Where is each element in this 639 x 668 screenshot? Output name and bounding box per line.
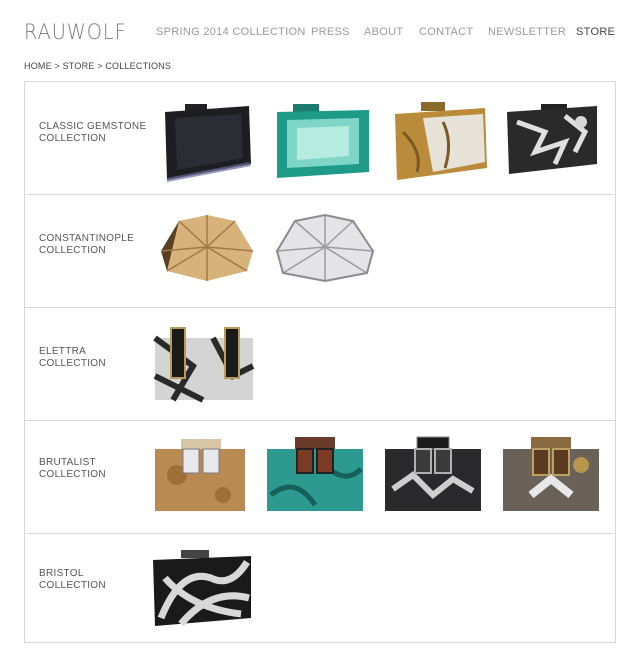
collection-name: ELETTRA xyxy=(39,346,87,357)
collection-label: COLLECTION xyxy=(39,469,106,480)
collection-name: BRISTOL xyxy=(39,568,84,579)
nav-store[interactable]: STORE xyxy=(576,26,615,38)
brutalist-black-clutch-image[interactable] xyxy=(383,435,483,515)
nav-press[interactable]: PRESS xyxy=(311,26,350,38)
gold-constantinople-clutch-image[interactable] xyxy=(157,211,257,285)
elettra-marble-clutch-image[interactable] xyxy=(153,326,255,406)
brutalist-gold-clutch-image[interactable] xyxy=(501,435,601,515)
brutalist-turquoise-clutch-image[interactable] xyxy=(265,435,365,515)
black-faceted-clutch-image[interactable] xyxy=(161,102,253,182)
breadcrumb[interactable]: HOME > STORE > COLLECTIONS xyxy=(24,61,171,71)
collection-label: COLLECTION xyxy=(39,133,106,144)
collection-name: BRUTALIST xyxy=(39,457,96,468)
site-header: RAUWOLF SPRING 2014 COLLECTION PRESS ABO… xyxy=(0,0,639,60)
collection-row-classic-gemstone: CLASSIC GEMSTONE COLLECTION xyxy=(25,82,615,195)
gold-foil-clutch-image[interactable] xyxy=(393,102,489,182)
nav-newsletter[interactable]: NEWSLETTER xyxy=(488,26,566,38)
collection-title[interactable]: BRUTALIST COLLECTION xyxy=(39,457,159,481)
collection-row-brutalist: BRUTALIST COLLECTION xyxy=(25,421,615,534)
collection-title[interactable]: ELETTRA COLLECTION xyxy=(39,346,159,370)
silver-foil-black-clutch-image[interactable] xyxy=(505,102,601,182)
collection-title[interactable]: CONSTANTINOPLE COLLECTION xyxy=(39,233,159,257)
collection-row-bristol: BRISTOL COLLECTION xyxy=(25,534,615,642)
nav-spring-2014[interactable]: SPRING 2014 COLLECTION xyxy=(156,26,306,38)
collection-label: COLLECTION xyxy=(39,245,106,256)
nav-about[interactable]: ABOUT xyxy=(364,26,403,38)
collection-title[interactable]: CLASSIC GEMSTONE COLLECTION xyxy=(39,121,159,145)
nav-contact[interactable]: CONTACT xyxy=(419,26,473,38)
brutalist-burlwood-clutch-image[interactable] xyxy=(153,435,247,515)
bristol-black-white-clutch-image[interactable] xyxy=(151,548,255,628)
collection-row-constantinople: CONSTANTINOPLE COLLECTION xyxy=(25,195,615,308)
collection-name: CONSTANTINOPLE xyxy=(39,233,135,244)
collection-label: COLLECTION xyxy=(39,580,106,591)
emerald-faceted-clutch-image[interactable] xyxy=(275,102,371,182)
brand-logo[interactable]: RAUWOLF xyxy=(24,20,127,44)
collection-title[interactable]: BRISTOL COLLECTION xyxy=(39,568,159,592)
collection-row-elettra: ELETTRA COLLECTION xyxy=(25,308,615,421)
collections-list: CLASSIC GEMSTONE COLLECTION CONSTANTINOP… xyxy=(24,81,616,643)
collection-label: COLLECTION xyxy=(39,358,106,369)
silver-constantinople-clutch-image[interactable] xyxy=(273,211,377,285)
collection-name: CLASSIC GEMSTONE xyxy=(39,121,147,132)
